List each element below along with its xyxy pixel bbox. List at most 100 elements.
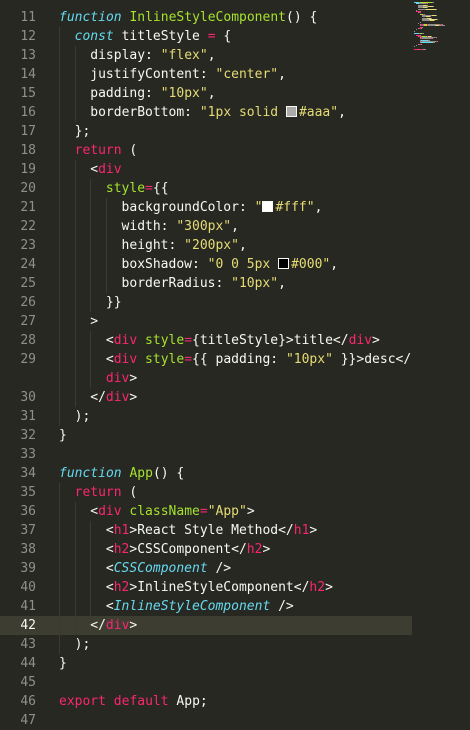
code-token: style xyxy=(145,333,185,348)
code-token: }}>desc</ xyxy=(332,352,412,367)
code-token: h1 xyxy=(293,523,310,538)
indent-guide xyxy=(59,635,60,654)
code-token: div xyxy=(98,504,122,519)
code-line[interactable]: 29 <div style={{ padding: "10px" }}>desc<… xyxy=(0,350,470,369)
minimap-stroke xyxy=(439,25,445,27)
line-number: 25 xyxy=(20,276,36,291)
code-line[interactable]: 27 > xyxy=(0,312,470,331)
code-line[interactable]: 41 <InlineStyleComponent /> xyxy=(0,597,470,616)
indent-guide xyxy=(59,65,60,84)
code-editor[interactable]: 11 function InlineStyleComponent() {12 con… xyxy=(0,0,470,728)
code-line[interactable]: 14 justifyContent: "center", xyxy=(0,65,470,84)
code-line[interactable]: 33 xyxy=(0,445,470,464)
code-token: justifyContent: xyxy=(90,67,216,82)
code-line[interactable]: 12 const titleStyle = { xyxy=(0,27,470,46)
code-line[interactable]: 25 borderRadius: "10px", xyxy=(0,274,470,293)
code-token: , xyxy=(238,238,247,253)
code-line[interactable]: 19 <div xyxy=(0,160,470,179)
code-line[interactable]: 21 backgroundColor: " #fff", xyxy=(0,198,470,217)
line-code: return ( xyxy=(75,141,138,160)
indent-guide xyxy=(105,255,107,274)
code-line[interactable]: 26}} xyxy=(0,293,470,312)
code-line[interactable]: 37 <h1>React Style Method</h1> xyxy=(0,521,470,540)
minimap-stroke xyxy=(423,48,426,50)
minimap[interactable] xyxy=(412,0,470,60)
line-code: div> xyxy=(106,369,137,388)
indent-guide xyxy=(59,27,60,46)
line-number: 42 xyxy=(20,618,36,633)
code-token: div xyxy=(348,333,373,348)
code-token: style xyxy=(105,181,146,196)
code-line[interactable]: 45 xyxy=(0,673,470,692)
line-code: <h1>React Style Method</h1> xyxy=(106,521,317,540)
code-token: < xyxy=(105,333,114,348)
indent-guide xyxy=(74,521,76,540)
code-token: function xyxy=(59,466,122,481)
code-line[interactable]: 32} xyxy=(0,426,470,445)
code-token: {{ xyxy=(152,181,169,196)
code-token: const xyxy=(74,29,114,44)
indent-guide xyxy=(90,540,92,559)
code-token: /> xyxy=(207,561,232,576)
code-line[interactable]: 38 <h2>CSSComponent</h2> xyxy=(0,540,470,559)
indent-guide xyxy=(59,179,60,198)
code-line[interactable]: 24 boxShadow: "0 0 5px #000", xyxy=(0,255,470,274)
line-number: 37 xyxy=(20,523,36,538)
code-line[interactable]: 35 return ( xyxy=(0,483,470,502)
code-line[interactable]: 13 display: "flex", xyxy=(0,46,470,65)
indent-guide xyxy=(74,84,76,103)
code-line[interactable]: 22 width: "300px", xyxy=(0,217,470,236)
code-line[interactable]: 31); xyxy=(0,407,470,426)
code-line[interactable]: 39 <CSSComponent /> xyxy=(0,559,470,578)
line-code: backgroundColor: " #fff", xyxy=(122,198,323,217)
indent-guide xyxy=(59,160,60,179)
code-token: ); xyxy=(74,409,91,424)
line-code: borderBottom: "1px solid #aaa", xyxy=(90,103,346,122)
indent-guide xyxy=(59,331,60,350)
code-line[interactable]: 36 <div className="App"> xyxy=(0,502,470,521)
code-line[interactable]: 28 <div style={titleStyle}>title</div> xyxy=(0,331,470,350)
indent-guide xyxy=(59,597,60,616)
code-line[interactable]: 15 padding: "10px", xyxy=(0,84,470,103)
indent-guide xyxy=(90,274,92,293)
code-token: , xyxy=(207,48,216,63)
code-token: , xyxy=(231,219,239,234)
line-number: 46 xyxy=(20,694,36,709)
code-token: > xyxy=(246,504,255,519)
code-line[interactable]: 34 function App() { xyxy=(0,464,470,483)
code-token: height: xyxy=(121,238,185,253)
code-line[interactable]: 23 height: "200px", xyxy=(0,236,470,255)
code-token: CSSComponent xyxy=(113,561,208,576)
code-line[interactable]: div> xyxy=(0,369,470,388)
code-line[interactable]: 16 borderBottom: "1px solid #aaa", xyxy=(0,103,470,122)
line-number: 13 xyxy=(20,48,36,63)
code-line[interactable]: 43); xyxy=(0,635,470,654)
minimap-stroke xyxy=(416,29,417,31)
code-line[interactable]: 46 export default App; xyxy=(0,692,470,711)
code-token: #000" xyxy=(291,257,331,272)
code-line[interactable]: 44} xyxy=(0,654,470,673)
line-number: 21 xyxy=(20,200,36,215)
line-number: 11 xyxy=(20,10,36,25)
code-line[interactable]: 40 <h2>InlineStyleComponent</h2> xyxy=(0,578,470,597)
code-token: > xyxy=(129,390,138,405)
minimap-stroke xyxy=(433,5,434,7)
line-number: 18 xyxy=(20,143,36,158)
indent-guide xyxy=(74,350,76,369)
code-line[interactable]: 30 </div> xyxy=(0,388,470,407)
code-line[interactable]: 11 function InlineStyleComponent() { xyxy=(0,8,470,27)
code-token: InlineStyleComponent xyxy=(129,10,286,25)
indent-guide xyxy=(59,84,60,103)
indent-guide xyxy=(59,122,60,141)
minimap-stroke xyxy=(436,37,437,39)
code-line[interactable]: 20 style={{ xyxy=(0,179,470,198)
code-line[interactable]: 17}; xyxy=(0,122,470,141)
line-code: <div className="App"> xyxy=(90,502,254,521)
code-line[interactable]: 47 xyxy=(0,711,470,730)
code-token: padding: xyxy=(90,86,161,101)
code-line[interactable]: 18 return ( xyxy=(0,141,470,160)
code-token: > xyxy=(325,580,333,595)
indent-guide xyxy=(90,217,92,236)
code-line[interactable]: 42 </div> xyxy=(0,616,412,635)
code-token: ( xyxy=(121,485,138,500)
